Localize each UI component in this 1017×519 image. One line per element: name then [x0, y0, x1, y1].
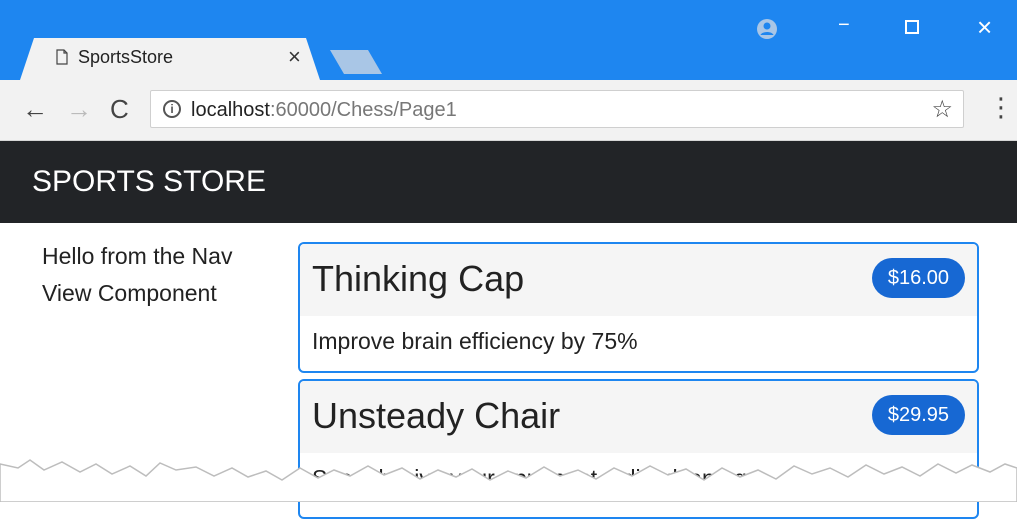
url-text: localhost:60000/Chess/Page1: [191, 99, 457, 122]
site-brand[interactable]: SPORTS STORE: [32, 165, 266, 199]
product-name: Thinking Cap: [312, 258, 525, 299]
document-icon: [56, 49, 68, 65]
nav-view-component: Hello from the Nav View Component: [42, 243, 233, 306]
browser-titlebar: SportsStore × − ×: [0, 0, 1017, 80]
price-badge: $29.95: [871, 395, 965, 435]
torn-edge: [0, 459, 1017, 502]
product-card-header: Unsteady Chair $29.95: [300, 381, 977, 453]
price-badge: $16.00: [871, 258, 965, 298]
new-tab-button[interactable]: [330, 50, 382, 74]
minimize-button[interactable]: −: [838, 14, 850, 37]
browser-tab[interactable]: SportsStore ×: [20, 38, 320, 80]
url-host: localhost: [191, 99, 270, 121]
menu-icon[interactable]: ⋮: [988, 92, 1014, 123]
reload-button[interactable]: C: [110, 94, 129, 125]
close-window-button[interactable]: ×: [977, 12, 992, 43]
product-name: Unsteady Chair: [312, 395, 561, 436]
tab-close-button[interactable]: ×: [288, 44, 301, 70]
address-bar[interactable]: i localhost:60000/Chess/Page1 ☆: [150, 90, 964, 128]
star-icon[interactable]: ☆: [931, 95, 953, 124]
site-navbar: SPORTS STORE: [0, 141, 1017, 223]
back-button[interactable]: ←: [22, 94, 48, 125]
url-path: :60000/Chess/Page1: [269, 99, 457, 121]
profile-icon[interactable]: [756, 18, 778, 40]
product-card-header: Thinking Cap $16.00: [300, 244, 977, 316]
info-icon[interactable]: i: [163, 100, 181, 118]
product-description: Improve brain efficiency by 75%: [312, 328, 638, 354]
product-card: Thinking Cap $16.00 Improve brain effici…: [298, 242, 979, 373]
forward-button[interactable]: →: [66, 94, 92, 125]
browser-toolbar: ← → C i localhost:60000/Chess/Page1 ☆ ⋮: [0, 80, 1017, 141]
tab-title: SportsStore: [78, 47, 174, 67]
maximize-button[interactable]: [905, 20, 919, 34]
